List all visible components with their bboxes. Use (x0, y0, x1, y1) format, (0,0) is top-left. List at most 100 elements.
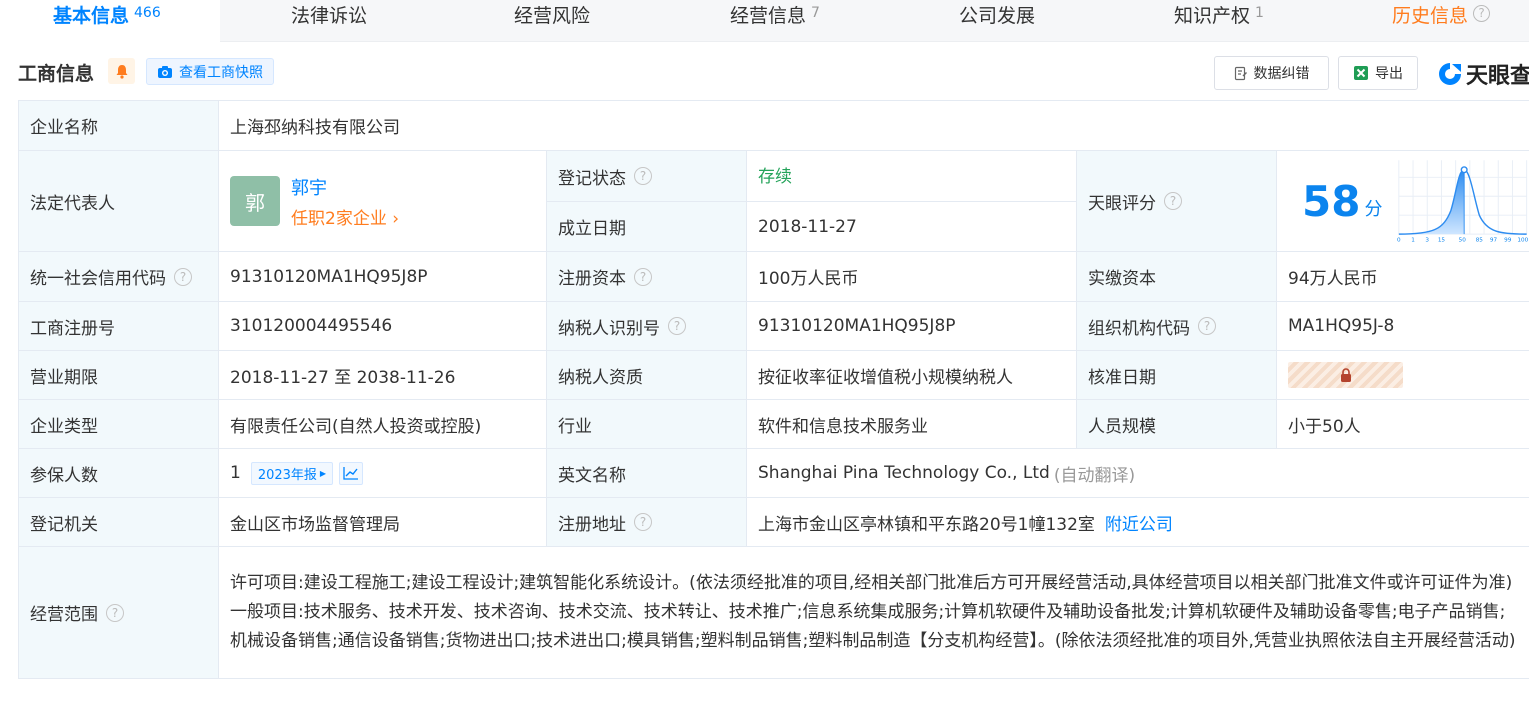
paid-capital-label: 实缴资本 (1076, 252, 1276, 302)
label-text: 登记状态 (558, 168, 626, 189)
value-text: 上海邳纳科技有限公司 (230, 118, 400, 138)
label-text: 营业期限 (30, 367, 98, 388)
label-text: 成立日期 (558, 219, 626, 239)
label-text: 企业名称 (30, 118, 98, 138)
insured-value: 1 2023年报 ▶ (218, 449, 546, 498)
excel-icon (1354, 66, 1368, 80)
tab-development[interactable]: 公司发展 (959, 0, 1035, 42)
help-icon[interactable]: ? (634, 513, 652, 531)
auto-translate-note: (自动翻译) (1053, 465, 1136, 486)
caret-right-icon: ▶ (319, 468, 327, 478)
label-text: 参保人数 (30, 465, 98, 486)
reg-status-value: 存续 (746, 151, 1076, 202)
value-text: 91310120MA1HQ95J8P (230, 266, 428, 287)
tax-qualification-label: 纳税人资质 (546, 351, 746, 400)
brand-text: 天眼查 (1466, 64, 1529, 89)
label-text: 经营范围 (30, 605, 98, 625)
axis-tick: 97 (1490, 238, 1498, 244)
value-text: 91310120MA1HQ95J8P (758, 316, 956, 336)
tab-label: 经营信息 (730, 5, 807, 27)
legal-rep-value: 郭 郭宇 任职2家企业 › (218, 151, 546, 252)
company-name-label: 企业名称 (18, 101, 218, 151)
tab-label: 公司发展 (959, 5, 1036, 27)
axis-tick: 100 (1518, 238, 1529, 244)
term-value: 2018-11-27 至 2038-11-26 (218, 351, 546, 400)
tab-legal[interactable]: 法律诉讼 (291, 0, 367, 42)
taxpayer-id-value: 91310120MA1HQ95J8P (746, 302, 1076, 351)
value-text: 软件和信息技术服务业 (758, 416, 928, 437)
help-icon[interactable]: ? (1473, 5, 1491, 22)
avatar[interactable]: 郭 (230, 176, 280, 226)
brand-logo: 天眼查 (1437, 58, 1529, 90)
staff-size-label: 人员规模 (1076, 400, 1276, 449)
axis-tick: 50 (1459, 238, 1467, 244)
label-text: 行业 (558, 416, 592, 437)
paid-capital-value: 94万人民币 (1276, 252, 1529, 302)
help-icon[interactable]: ? (106, 603, 124, 622)
data-correction-button[interactable]: 数据纠错 (1214, 56, 1329, 90)
camera-icon (158, 65, 172, 78)
annual-report-dropdown[interactable]: 2023年报 ▶ (250, 461, 334, 485)
tab-count: 1 (1255, 5, 1264, 21)
business-scope-label: 经营范围? (18, 547, 218, 679)
tianyancha-logo-icon (1439, 63, 1461, 85)
term-label: 营业期限 (18, 351, 218, 400)
label-text: 英文名称 (558, 465, 626, 486)
nearby-companies-link[interactable]: 附近公司 (1105, 510, 1173, 535)
tax-qualification-value: 按征收率征收增值税小规模纳税人 (746, 351, 1076, 400)
axis-tick: 3 (1426, 238, 1430, 244)
value-text: Shanghai Pina Technology Co., Ltd (758, 463, 1050, 483)
value-text: 许可项目:建设工程施工;建设工程设计;建筑智能化系统设计。(依法须经批准的项目,… (230, 573, 1516, 651)
reg-address-value: 上海市金山区亭林镇和平东路20号1幢132室 附近公司 (746, 498, 1529, 547)
legal-rep-name-link[interactable]: 郭宇 (291, 174, 399, 200)
industry-label: 行业 (546, 400, 746, 449)
axis-tick: 15 (1438, 238, 1446, 244)
export-button[interactable]: 导出 (1338, 56, 1418, 90)
tianyan-score-value[interactable]: 58 分 0 1 3 15 50 85 97 99 100 (1276, 151, 1529, 252)
company-type-label: 企业类型 (18, 400, 218, 449)
business-scope-value: 许可项目:建设工程施工;建设工程设计;建筑智能化系统设计。(依法须经批准的项目,… (218, 547, 1529, 679)
tab-operation[interactable]: 经营信息 7 (730, 0, 820, 42)
edit-doc-icon (1234, 66, 1247, 80)
status-text: 存续 (758, 166, 792, 187)
label-text: 人员规模 (1088, 416, 1156, 437)
help-icon[interactable]: ? (1164, 192, 1182, 210)
tab-basic-info[interactable]: 基本信息 466 (0, 0, 220, 42)
report-year: 2023年报 (257, 467, 317, 483)
tab-bar: 基本信息 466 法律诉讼 经营风险 经营信息 7 公司发展 知识产权 1 历史信息? (0, 0, 1529, 42)
help-icon[interactable]: ? (668, 317, 686, 335)
label-text: 纳税人资质 (558, 367, 643, 388)
tab-ip[interactable]: 知识产权 1 (1174, 0, 1264, 42)
view-snapshot-button[interactable]: 查看工商快照 (146, 58, 274, 85)
credit-code-label: 统一社会信用代码? (18, 252, 218, 302)
score-unit: 分 (1364, 199, 1383, 220)
legal-rep-positions-link[interactable]: 任职2家企业 › (291, 204, 399, 229)
positions-text: 任职2家企业 (291, 208, 387, 229)
help-icon[interactable]: ? (1198, 317, 1216, 335)
locked-value[interactable] (1288, 362, 1403, 388)
value-text: MA1HQ95J-8 (1288, 316, 1395, 336)
reg-no-value: 310120004495546 (218, 302, 546, 351)
approval-date-value (1276, 351, 1529, 400)
founded-value: 2018-11-27 (746, 202, 1076, 252)
score-distribution-chart: 0 1 3 15 50 85 97 99 100 (1397, 160, 1529, 244)
value-text: 100万人民币 (758, 269, 859, 289)
reg-capital-label: 注册资本? (546, 252, 746, 302)
taxpayer-id-label: 纳税人识别号? (546, 302, 746, 351)
tab-label: 知识产权 (1174, 5, 1251, 27)
help-icon[interactable]: ? (634, 167, 652, 185)
tab-risk[interactable]: 经营风险 (514, 0, 590, 42)
chevron-right-icon: › (386, 208, 400, 229)
help-icon[interactable]: ? (634, 267, 652, 286)
bell-icon[interactable] (108, 58, 135, 84)
english-name-value: Shanghai Pina Technology Co., Ltd (自动翻译) (746, 449, 1529, 498)
approval-date-label: 核准日期 (1076, 351, 1276, 400)
org-code-value: MA1HQ95J-8 (1276, 302, 1529, 351)
value-text: 有限责任公司(自然人投资或控股) (230, 416, 482, 437)
value-text: 金山区市场监督管理局 (230, 514, 400, 535)
trend-chart-button[interactable] (339, 461, 364, 485)
tab-history[interactable]: 历史信息? (1392, 0, 1491, 42)
help-icon[interactable]: ? (174, 267, 192, 286)
tab-label: 法律诉讼 (291, 5, 368, 27)
tab-count: 466 (134, 5, 161, 21)
